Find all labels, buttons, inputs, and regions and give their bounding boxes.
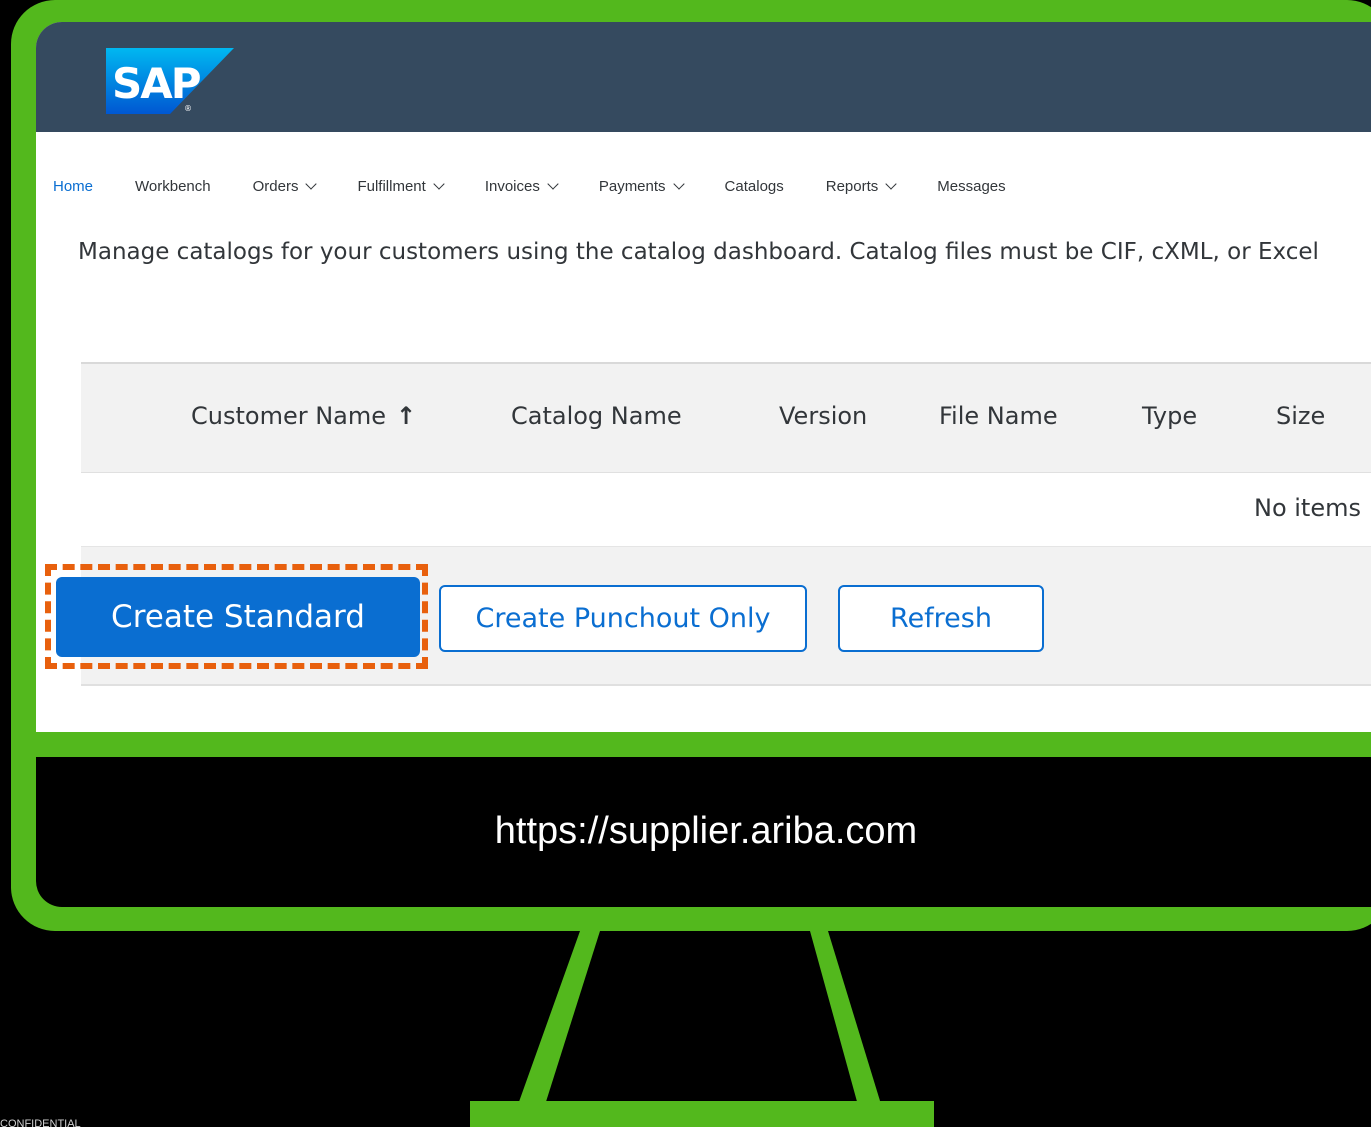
nav-item-payments[interactable]: Payments (598, 177, 685, 195)
nav-item-label: Orders (252, 177, 299, 195)
create-punchout-only-button[interactable]: Create Punchout Only (439, 585, 807, 652)
nav-item-workbench[interactable]: Workbench (135, 178, 211, 195)
empty-table-message: No items (1254, 494, 1361, 522)
app-screen: SAP ® Home Workbench Orders Fulfillment (36, 22, 1371, 732)
confidential-label: CONFIDENTIAL (0, 1118, 81, 1127)
nav-item-label: Catalogs (724, 177, 784, 195)
monitor-bezel: SAP ® Home Workbench Orders Fulfillment (36, 22, 1371, 907)
slide-canvas: SAP ® Home Workbench Orders Fulfillment (0, 0, 1371, 1127)
column-header-size[interactable]: Size (1276, 402, 1325, 430)
url-caption: https://supplier.ariba.com (494, 810, 918, 852)
screen-divider (36, 732, 1371, 757)
chevron-down-icon (885, 177, 897, 190)
sap-logo-text: SAP (112, 59, 201, 108)
column-header-file-name[interactable]: File Name (939, 402, 1058, 430)
table-header: Customer Name ↑ Catalog Name Version File… (81, 362, 1371, 473)
nav-item-label: Home (53, 177, 94, 195)
nav-item-label: Messages (937, 177, 1006, 195)
page-description: Manage catalogs for your customers using… (78, 239, 1319, 265)
column-header-catalog-name[interactable]: Catalog Name (511, 402, 682, 430)
column-header-version[interactable]: Version (779, 402, 867, 430)
nav-item-reports[interactable]: Reports (825, 177, 897, 195)
nav-item-label: Reports (825, 177, 879, 195)
chevron-down-icon (433, 177, 445, 190)
nav-item-label: Workbench (135, 177, 211, 195)
create-standard-button[interactable]: Create Standard (56, 577, 420, 657)
refresh-button[interactable]: Refresh (838, 585, 1044, 652)
column-header-customer-name[interactable]: Customer Name ↑ (191, 402, 416, 430)
nav-item-label: Payments (598, 177, 666, 195)
column-header-type[interactable]: Type (1142, 402, 1197, 430)
nav-item-label: Invoices (484, 177, 540, 195)
chevron-down-icon (672, 177, 685, 190)
column-header-label: Customer Name (191, 402, 387, 430)
monitor-stand (470, 931, 934, 1127)
nav-item-catalogs[interactable]: Catalogs (725, 178, 784, 195)
chevron-down-icon (305, 177, 318, 190)
top-nav: Home Workbench Orders Fulfillment Invoic… (53, 174, 1048, 198)
nav-item-fulfillment[interactable]: Fulfillment (357, 177, 445, 195)
chevron-down-icon (547, 177, 559, 190)
svg-text:®: ® (184, 104, 192, 113)
sap-logo: SAP ® (106, 48, 234, 114)
nav-item-label: Fulfillment (357, 177, 426, 195)
nav-item-orders[interactable]: Orders (252, 177, 318, 195)
nav-item-messages[interactable]: Messages (937, 178, 1005, 195)
nav-item-invoices[interactable]: Invoices (484, 177, 559, 195)
sort-ascending-icon[interactable]: ↑ (396, 402, 416, 430)
nav-item-home[interactable]: Home (53, 178, 93, 195)
shell-bar: SAP ® (36, 22, 1371, 132)
